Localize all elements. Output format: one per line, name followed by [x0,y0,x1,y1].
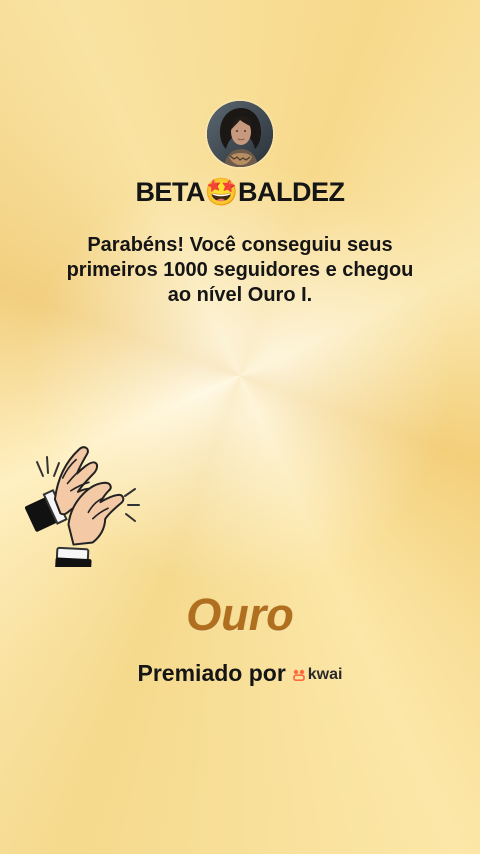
achievement-message: Parabéns! Você conseguiu seus primeiros … [66,234,414,306]
brand-logo: kwai [292,665,343,684]
brand-name: kwai [307,665,343,683]
avatar-illustration [207,101,273,167]
level-badge-text: Ouro [186,589,294,640]
awarded-by-label: Premiado por [137,660,286,686]
clapping-hands-icon [8,445,144,567]
achievement-screen: BETA🤩BALDEZ Parabéns! Você conseguiu seu… [0,0,480,854]
kwai-logo-icon [292,669,305,681]
username: BETA🤩BALDEZ [135,177,345,207]
avatar [207,101,273,167]
award-footer: Premiado por kwai [0,660,480,687]
